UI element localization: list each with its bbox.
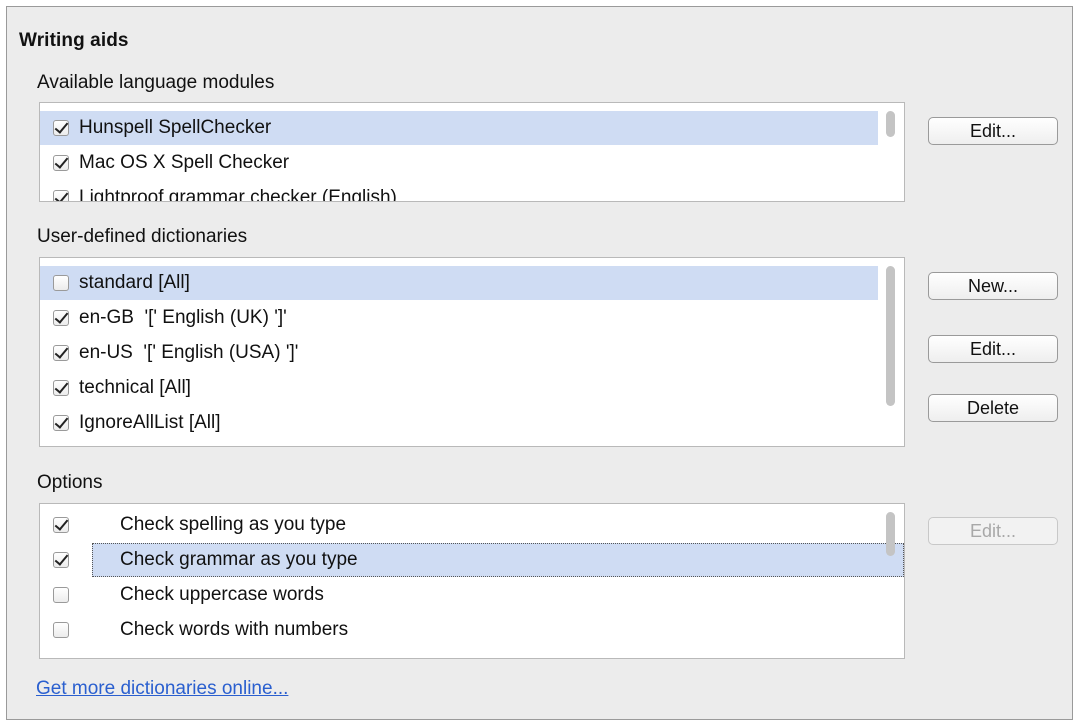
option-item-spelling[interactable]: Check spelling as you type	[40, 508, 878, 542]
checkbox[interactable]	[53, 380, 69, 396]
checkbox[interactable]	[53, 120, 69, 136]
module-item-hunspell[interactable]: Hunspell SpellChecker	[40, 111, 878, 145]
dictionaries-edit-button[interactable]: Edit...	[928, 335, 1058, 363]
option-label: Check spelling as you type	[120, 514, 347, 535]
dictionaries-label: User-defined dictionaries	[37, 226, 248, 247]
dictionaries-delete-button[interactable]: Delete	[928, 394, 1058, 422]
modules-label: Available language modules	[37, 72, 275, 93]
checkbox[interactable]	[53, 155, 69, 171]
options-edit-button: Edit...	[928, 517, 1058, 545]
modules-scrollbar[interactable]	[886, 111, 895, 137]
option-label: Check uppercase words	[120, 584, 324, 605]
dictionary-item-technical[interactable]: technical [All]	[40, 371, 878, 405]
option-label: Check words with numbers	[120, 619, 349, 640]
modules-edit-button[interactable]: Edit...	[928, 117, 1058, 145]
options-label: Options	[37, 472, 103, 493]
checkbox[interactable]	[53, 275, 69, 291]
option-item-grammar[interactable]: Check grammar as you type	[40, 543, 904, 577]
options-listbox[interactable]: Check spelling as you type Check grammar…	[39, 503, 905, 659]
checkbox[interactable]	[53, 190, 69, 201]
section-title: Writing aids	[19, 30, 129, 51]
dictionary-label: en-US '[' English (USA) ']'	[79, 342, 299, 363]
option-item-uppercase[interactable]: Check uppercase words	[40, 578, 878, 612]
checkbox[interactable]	[53, 517, 69, 533]
modules-listbox[interactable]: Hunspell SpellChecker Mac OS X Spell Che…	[39, 102, 905, 202]
dictionary-item-en-us[interactable]: en-US '[' English (USA) ']'	[40, 336, 878, 370]
dictionary-label: technical [All]	[79, 377, 191, 398]
dictionaries-new-button[interactable]: New...	[928, 272, 1058, 300]
checkbox[interactable]	[53, 552, 69, 568]
more-dictionaries-link[interactable]: Get more dictionaries online...	[36, 678, 288, 700]
module-item-macos[interactable]: Mac OS X Spell Checker	[40, 146, 878, 180]
module-label: Lightproof grammar checker (English)	[79, 187, 397, 202]
checkbox[interactable]	[53, 587, 69, 603]
module-label: Hunspell SpellChecker	[79, 117, 272, 138]
dictionary-label: IgnoreAllList [All]	[79, 412, 221, 433]
module-label: Mac OS X Spell Checker	[79, 152, 290, 173]
option-label: Check grammar as you type	[120, 549, 358, 570]
checkbox[interactable]	[53, 310, 69, 326]
checkbox[interactable]	[53, 622, 69, 638]
dictionary-label: en-GB '[' English (UK) ']'	[79, 307, 287, 328]
dictionary-label: standard [All]	[79, 272, 190, 293]
option-item-numbers[interactable]: Check words with numbers	[40, 613, 878, 647]
dictionary-item-standard[interactable]: standard [All]	[40, 266, 878, 300]
options-scrollbar[interactable]	[886, 512, 895, 556]
dictionary-item-ignoreall[interactable]: IgnoreAllList [All]	[40, 406, 878, 440]
module-item-lightproof[interactable]: Lightproof grammar checker (English)	[40, 181, 878, 202]
dictionaries-scrollbar[interactable]	[886, 266, 895, 406]
checkbox[interactable]	[53, 415, 69, 431]
dictionary-item-en-gb[interactable]: en-GB '[' English (UK) ']'	[40, 301, 878, 335]
dictionaries-listbox[interactable]: standard [All] en-GB '[' English (UK) ']…	[39, 257, 905, 447]
checkbox[interactable]	[53, 345, 69, 361]
